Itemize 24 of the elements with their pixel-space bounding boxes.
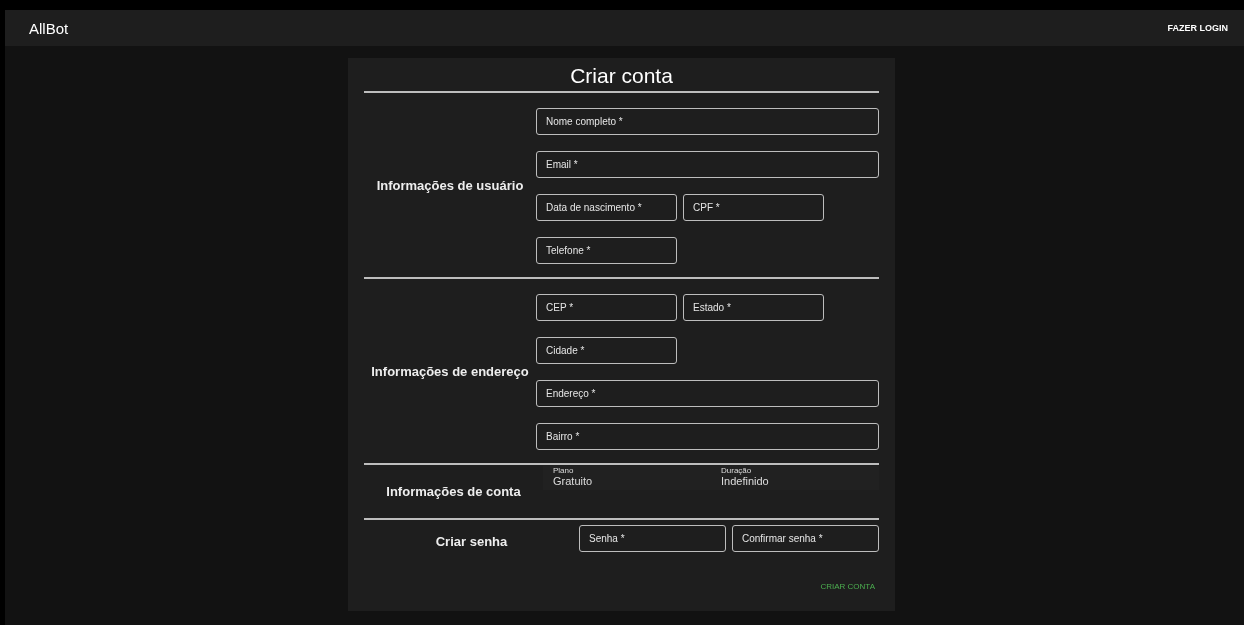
input-field[interactable]: Bairro * [536,423,879,450]
input-field[interactable]: Estado * [683,294,824,321]
info-value: Gratuito [553,475,594,487]
input-field[interactable]: Senha * [579,525,726,552]
input-field[interactable]: Telefone * [536,237,677,264]
app-title: AllBot [29,19,69,37]
info-label: Duração [721,466,753,475]
login-button[interactable]: FAZER LOGIN [1161,19,1234,37]
input-field[interactable]: Cidade * [536,337,677,364]
section-heading: Informações de endereço [371,363,529,379]
input-field[interactable]: Confirmar senha * [732,525,879,552]
form-title: Criar conta [569,63,674,89]
input-field[interactable]: CEP * [536,294,677,321]
input-field[interactable]: Endereço * [536,380,879,407]
section-heading: Informações de conta [386,484,521,499]
section-heading: Informações de usuário [376,177,524,193]
info-value: Indefinido [721,475,770,487]
info-label: Plano [553,466,575,475]
create-account-button[interactable]: CRIAR CONTA [820,576,875,597]
section-heading: Criar senha [435,533,508,549]
input-field[interactable]: Email * [536,151,879,178]
input-field[interactable]: Nome completo * [536,108,879,135]
input-field[interactable]: Data de nascimento * [536,194,677,221]
input-field[interactable]: CPF * [683,194,824,221]
